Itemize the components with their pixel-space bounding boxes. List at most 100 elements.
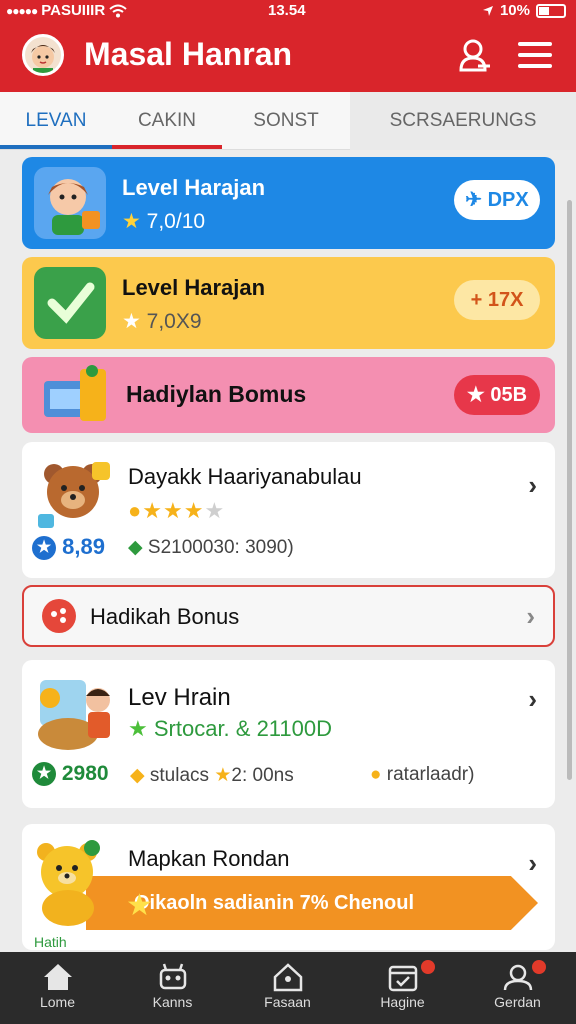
menu-icon[interactable] bbox=[516, 36, 554, 74]
level-card-yellow[interactable]: Level Harajan ★ 7,0X9 + 17X bbox=[22, 257, 555, 349]
detail-value-2: 2: 00ns bbox=[231, 765, 294, 786]
star-icon: ★ bbox=[214, 765, 232, 786]
house-outline-icon bbox=[273, 963, 302, 992]
chevron-right-icon[interactable]: › bbox=[528, 470, 537, 501]
tab-bar: LEVAN CAKIN SONST SCRSAERUNGS bbox=[0, 92, 576, 150]
bonus-card-pink[interactable]: Hadiylan Bomus ★ 05B bbox=[22, 357, 555, 433]
rating-stars: ★★★★ bbox=[142, 498, 225, 523]
chevron-right-icon[interactable]: › bbox=[526, 601, 535, 632]
chevron-right-icon[interactable]: › bbox=[528, 848, 537, 879]
star-icon: ★ bbox=[122, 210, 141, 233]
card-rating: ★ 7,0X9 bbox=[122, 309, 202, 334]
card-rating: ★ 7,0/10 bbox=[122, 209, 205, 234]
calendar-check-icon bbox=[388, 965, 417, 992]
battery-icon bbox=[536, 3, 566, 18]
promo-banner[interactable]: Oikaoln sadianin 7% Chenoul bbox=[86, 876, 538, 930]
nav-label: Fasaan bbox=[264, 994, 311, 1010]
plus-icon: + bbox=[470, 289, 483, 311]
robot-icon bbox=[159, 963, 186, 990]
status-left: ●●●●● PASUIIIR bbox=[6, 2, 127, 19]
detail-value: S2100030: 3090) bbox=[147, 537, 294, 558]
card-footer: Hatih bbox=[34, 934, 67, 950]
coin-icon: ● bbox=[128, 498, 143, 523]
nav-item-hagine[interactable]: Hagine bbox=[345, 952, 460, 1024]
level-card-blue[interactable]: Level Harajan ★ 7,0/10 ✈ DPX bbox=[22, 157, 555, 249]
girl-character-icon bbox=[34, 167, 106, 239]
nav-label: Lome bbox=[39, 994, 76, 1010]
active-tab-indicator bbox=[0, 145, 112, 149]
points-row: ★ 2980 bbox=[32, 762, 109, 786]
check-icon bbox=[34, 267, 106, 339]
notification-badge bbox=[421, 960, 435, 974]
app-screen: ●●●●● PASUIIIR 13.54 10% Masal Hanran LE… bbox=[0, 0, 576, 1024]
card-title: Mapkan Rondan bbox=[128, 846, 290, 871]
nav-label: Hagine bbox=[380, 994, 425, 1010]
location-arrow-icon bbox=[482, 5, 493, 16]
coin-icon: ● bbox=[370, 764, 382, 785]
badge-pill[interactable]: + 17X bbox=[454, 280, 540, 320]
wifi-icon bbox=[109, 4, 127, 17]
avatar-face-icon bbox=[31, 45, 55, 73]
bear-banner-card[interactable]: Mapkan Rondan › Oikaoln sadianin 7% Chen… bbox=[22, 824, 555, 950]
app-header: ●●●●● PASUIIIR 13.54 10% Masal Hanran bbox=[0, 0, 576, 92]
detail-row-1: ◆ stulacs ★2: 00ns bbox=[130, 764, 294, 787]
points-value: 2980 bbox=[61, 762, 109, 785]
star-icon: ★ bbox=[466, 384, 485, 406]
card-title: Hadiylan Bomus bbox=[126, 381, 307, 407]
bonus-bubble-icon bbox=[42, 599, 76, 633]
star-icon: ★ bbox=[126, 889, 153, 922]
bonus-link-card[interactable]: Hadikah Bonus › bbox=[22, 585, 555, 647]
highlight-row: ★ Srtocar. & 21100D bbox=[128, 716, 332, 742]
badge-value: DPX bbox=[487, 189, 529, 211]
highlight-text: Srtocar. & 21100D bbox=[153, 716, 332, 741]
teddy-bear-icon bbox=[34, 454, 114, 534]
badge-pill[interactable]: ★ 05B bbox=[454, 375, 540, 415]
nav-item-gerdan[interactable]: Gerdan bbox=[460, 952, 575, 1024]
notification-badge bbox=[532, 960, 546, 974]
star-icon: ★ bbox=[122, 310, 141, 333]
detail-value-1: stulacs bbox=[149, 765, 210, 786]
kid-reward-card[interactable]: Lev Hrain ★ Srtocar. & 21100D ★ 2980 ◆ s… bbox=[22, 660, 555, 808]
star-filled-icon: ★ bbox=[163, 498, 184, 523]
kid-basket-icon bbox=[34, 676, 118, 754]
star-filled-icon: ★ bbox=[142, 498, 164, 523]
points-value: 8,89 bbox=[62, 534, 105, 559]
star-empty-icon: ★ bbox=[204, 498, 226, 523]
user-search-icon[interactable] bbox=[456, 36, 494, 74]
battery-percent: 10% bbox=[499, 2, 530, 19]
nav-item-home[interactable]: Lome bbox=[0, 952, 115, 1024]
tab-sonst[interactable]: SONST bbox=[222, 92, 350, 150]
badge-pill[interactable]: ✈ DPX bbox=[454, 180, 540, 220]
home-icon bbox=[43, 964, 72, 990]
bear-reward-card[interactable]: Dayakk Haariyanabulau ●★★★★ ★ 8,89 ◆ S21… bbox=[22, 442, 555, 578]
card-subtitle: 7,0X9 bbox=[146, 310, 202, 333]
plane-icon: ✈ bbox=[465, 189, 483, 211]
card-title: Dayakk Haariyanabulau bbox=[128, 464, 362, 489]
chevron-right-icon[interactable]: › bbox=[528, 684, 537, 715]
tab-scrsaerungs[interactable]: SCRSAERUNGS bbox=[350, 92, 576, 150]
avatar[interactable] bbox=[22, 34, 64, 76]
banner-text: Oikaoln sadianin 7% Chenoul bbox=[134, 892, 415, 914]
bottom-nav: Lome Kanns Fasaan Hagine Gerdan bbox=[0, 952, 576, 1024]
card-title: Level Harajan bbox=[122, 175, 266, 200]
nav-item-fasaan[interactable]: Fasaan bbox=[230, 952, 345, 1024]
scrollbar[interactable] bbox=[567, 200, 572, 780]
points-row: ★ 8,89 bbox=[32, 534, 105, 560]
tab-cakin[interactable]: CAKIN bbox=[112, 92, 222, 150]
status-bar: ●●●●● PASUIIIR 13.54 10% bbox=[0, 0, 576, 22]
signal-dots-icon: ●●●●● bbox=[6, 3, 38, 18]
yellow-bear-icon bbox=[30, 834, 118, 928]
star-icon: ★ bbox=[128, 716, 148, 741]
status-right: 10% bbox=[482, 2, 566, 19]
profile-icon bbox=[503, 964, 532, 991]
nav-item-kanns[interactable]: Kanns bbox=[115, 952, 230, 1024]
star-badge-icon: ★ bbox=[32, 536, 56, 560]
status-time: 13.54 bbox=[268, 2, 306, 19]
tag-icon: ◆ bbox=[130, 765, 145, 786]
badge-value: 17X bbox=[487, 289, 524, 311]
tab-underline-cakin bbox=[112, 145, 222, 149]
tab-levan[interactable]: LEVAN bbox=[0, 92, 112, 150]
card-title: Level Harajan bbox=[122, 275, 266, 300]
badge-value: 05B bbox=[490, 384, 528, 406]
nav-label: Kanns bbox=[152, 994, 193, 1010]
